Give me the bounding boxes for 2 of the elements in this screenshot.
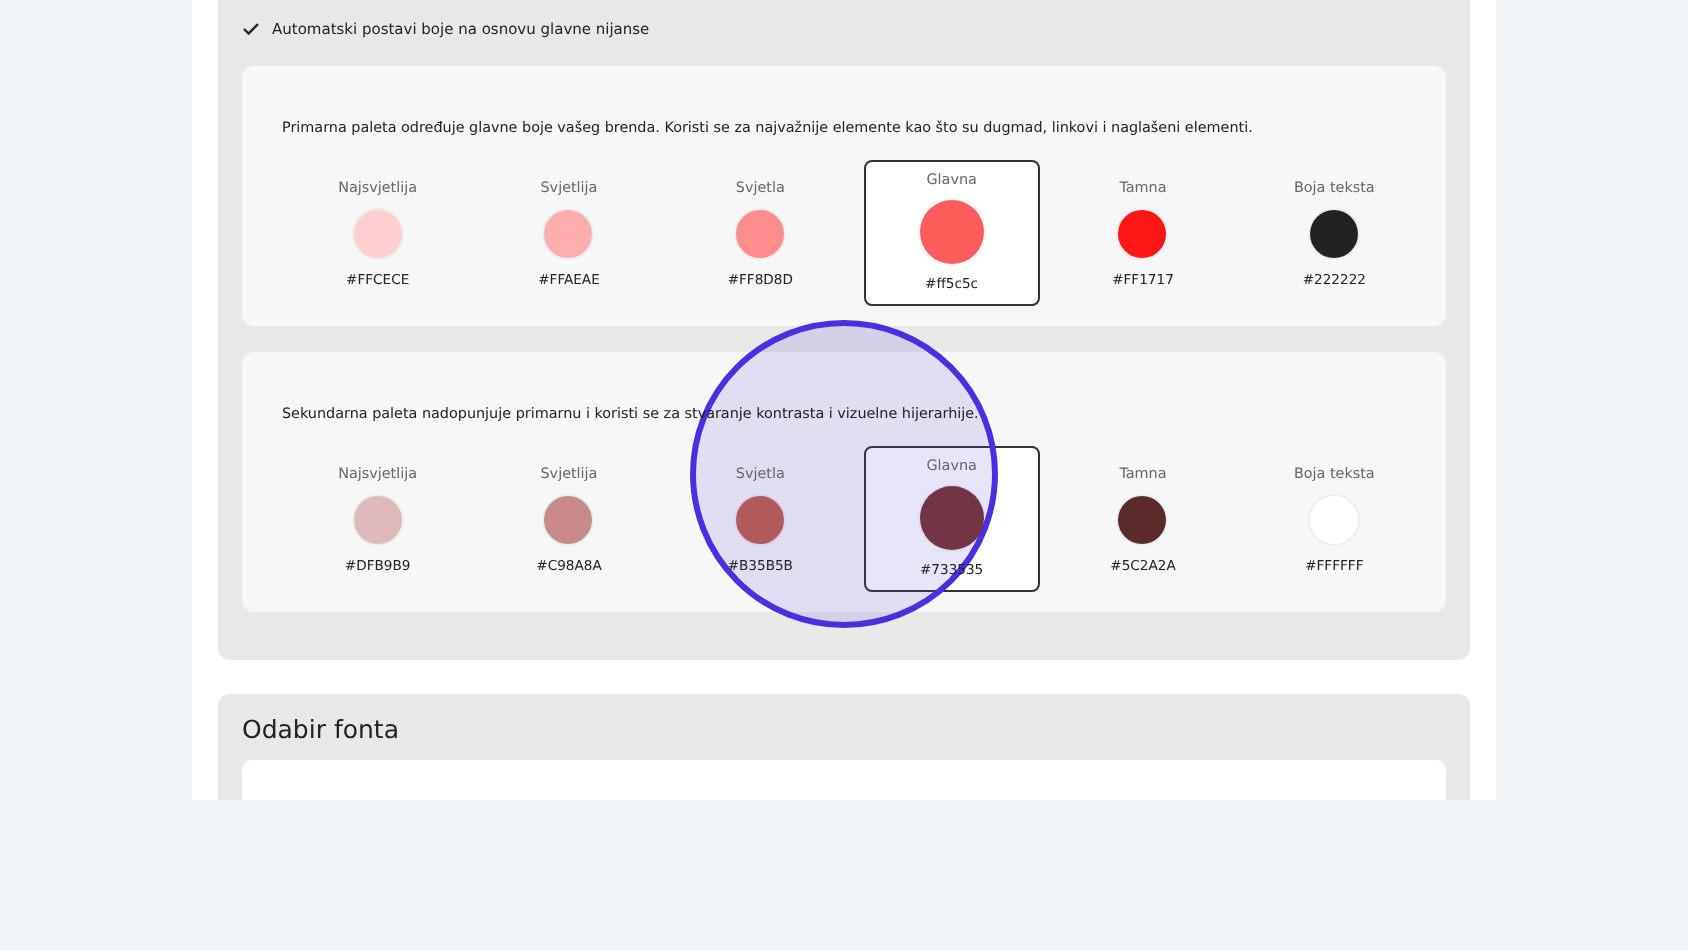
section-title: Odabir fonta	[242, 714, 401, 744]
checkbox[interactable]	[242, 19, 260, 37]
